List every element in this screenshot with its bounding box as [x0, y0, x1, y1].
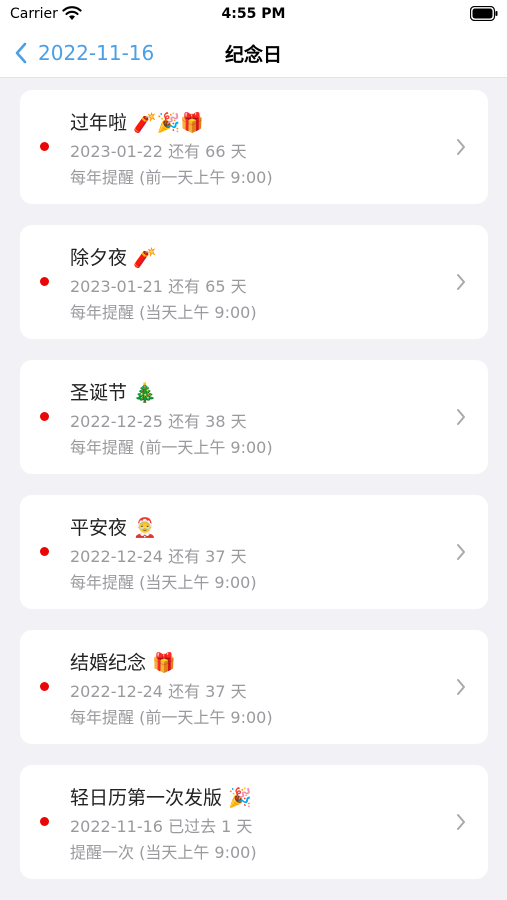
chevron-right-icon: [457, 139, 465, 155]
chevron-right-icon: [457, 814, 465, 830]
event-card[interactable]: 平安夜 🤶 2022-12-24 还有 37 天 每年提醒 (当天上午 9:00…: [20, 495, 488, 609]
event-date: 2022-11-16 已过去 1 天: [70, 817, 253, 836]
event-name: 平安夜 🤶: [70, 517, 157, 539]
event-date: 2023-01-22 还有 66 天: [70, 142, 247, 161]
event-reminder: 每年提醒 (前一天上午 9:00): [70, 708, 273, 727]
event-reminder: 每年提醒 (当天上午 9:00): [70, 303, 257, 322]
chevron-right-icon: [457, 274, 465, 290]
status-bar: Carrier 4:55 PM: [0, 0, 507, 28]
event-list: 过年啦 🧨🎉🎁 2023-01-22 还有 66 天 每年提醒 (前一天上午 9…: [20, 90, 488, 900]
status-dot: [40, 412, 49, 421]
status-dot: [40, 547, 49, 556]
event-date: 2023-01-21 还有 65 天: [70, 277, 247, 296]
event-reminder: 提醒一次 (当天上午 9:00): [70, 843, 257, 862]
chevron-right-icon: [457, 544, 465, 560]
battery-icon: [470, 6, 498, 21]
event-date: 2022-12-24 还有 37 天: [70, 547, 247, 566]
chevron-right-icon: [457, 679, 465, 695]
event-card[interactable]: 除夕夜 🧨 2023-01-21 还有 65 天 每年提醒 (当天上午 9:00…: [20, 225, 488, 339]
page-title: 纪念日: [224, 44, 282, 66]
status-dot: [40, 817, 49, 826]
event-card[interactable]: 过年啦 🧨🎉🎁 2023-01-22 还有 66 天 每年提醒 (前一天上午 9…: [20, 90, 488, 204]
chevron-right-icon: [457, 409, 465, 425]
event-name: 轻日历第一次发版 🎉: [70, 787, 252, 809]
status-time: 4:55 PM: [221, 6, 286, 22]
event-date: 2022-12-24 还有 37 天: [70, 682, 247, 701]
event-name: 结婚纪念 🎁: [70, 652, 176, 674]
event-name: 圣诞节 🎄: [70, 382, 157, 404]
event-card[interactable]: 结婚纪念 🎁 2022-12-24 还有 37 天 每年提醒 (前一天上午 9:…: [20, 630, 488, 744]
event-date: 2022-12-25 还有 38 天: [70, 412, 247, 431]
event-reminder: 每年提醒 (前一天上午 9:00): [70, 438, 273, 457]
event-card[interactable]: 轻日历第一次发版 🎉 2022-11-16 已过去 1 天 提醒一次 (当天上午…: [20, 765, 488, 879]
event-reminder: 每年提醒 (当天上午 9:00): [70, 573, 257, 592]
status-dot: [40, 277, 49, 286]
status-dot: [40, 682, 49, 691]
event-card[interactable]: 圣诞节 🎄 2022-12-25 还有 38 天 每年提醒 (前一天上午 9:0…: [20, 360, 488, 474]
event-name: 除夕夜 🧨: [70, 247, 157, 269]
event-name: 过年啦 🧨🎉🎁: [70, 112, 205, 134]
navigation-bar: 2022-11-16 纪念日: [0, 28, 507, 78]
status-dot: [40, 142, 49, 151]
event-reminder: 每年提醒 (前一天上午 9:00): [70, 168, 273, 187]
